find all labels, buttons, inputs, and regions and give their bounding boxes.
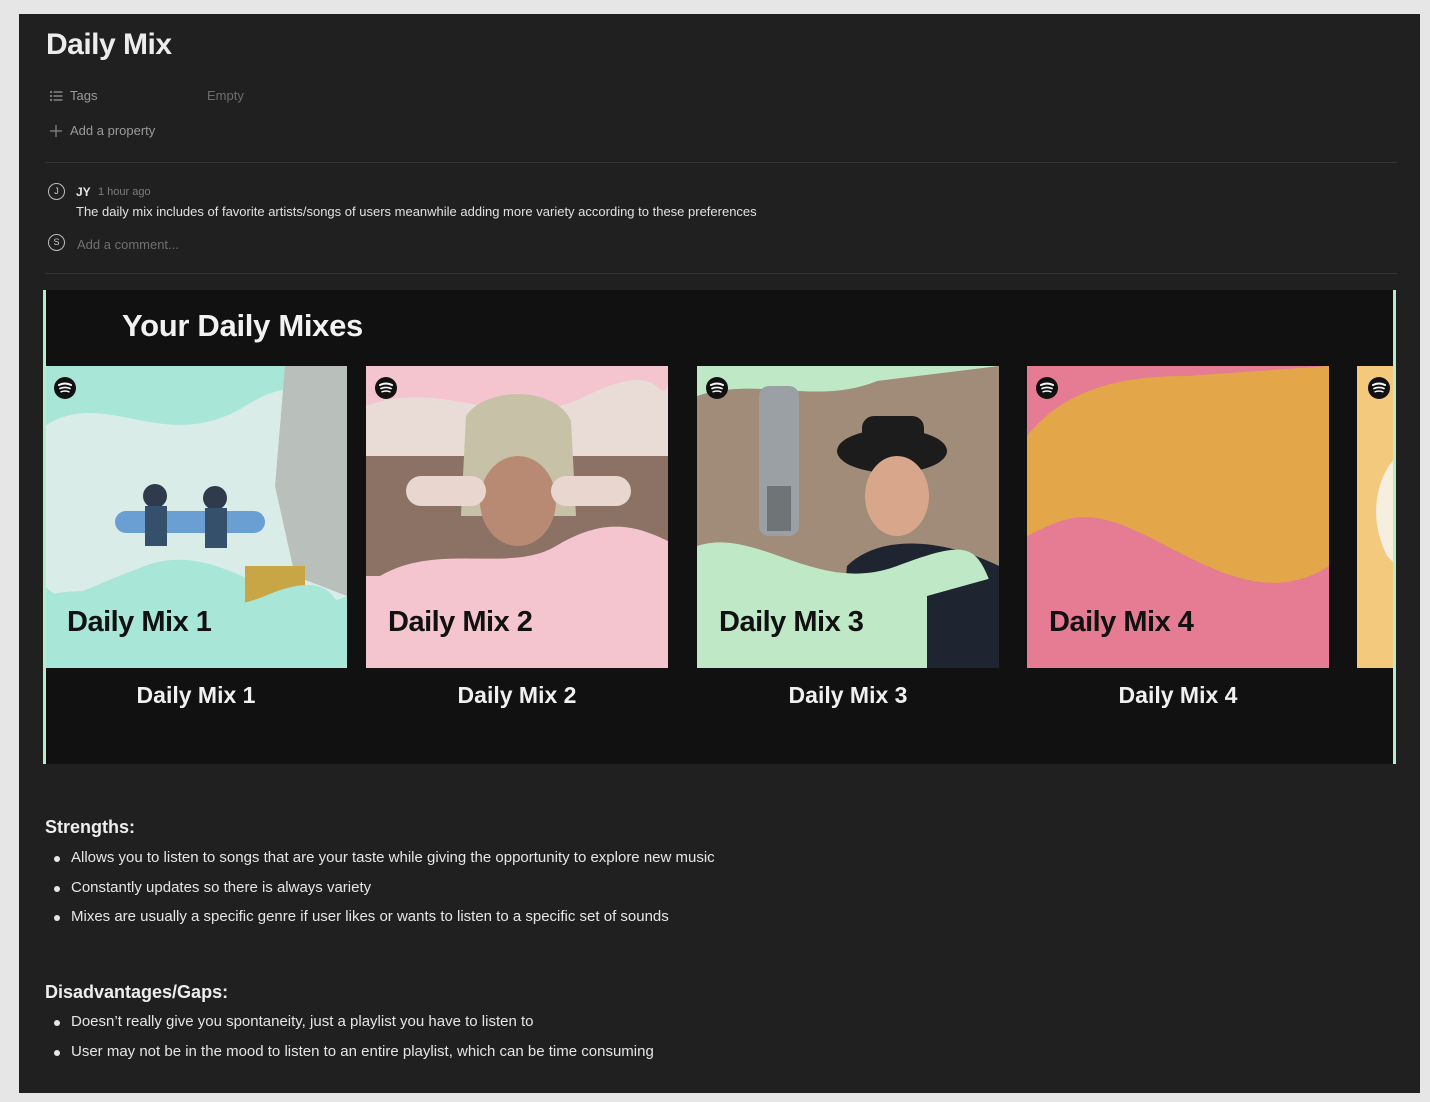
avatar: J [48, 183, 65, 200]
list-icon [49, 89, 63, 103]
list-item: Mixes are usually a specific genre if us… [54, 908, 669, 925]
divider [45, 273, 1397, 274]
add-property-label: Add a property [70, 123, 156, 138]
comment-time: 1 hour ago [98, 186, 151, 198]
mix-caption-3: Daily Mix 3 [788, 682, 908, 708]
divider [45, 162, 1397, 163]
comment-author: JY [76, 185, 91, 199]
spotify-logo-icon [1368, 377, 1390, 399]
mix-caption-2: Daily Mix 2 [457, 682, 577, 708]
avatar: S [48, 234, 65, 251]
mix-cover-5-partial [1357, 366, 1393, 668]
strengths-heading: Strengths: [45, 817, 135, 837]
cover-label: Daily Mix 1 [67, 606, 212, 638]
gaps-heading: Disadvantages/Gaps: [45, 982, 229, 1002]
mix-caption-4: Daily Mix 4 [1118, 682, 1238, 708]
comment-text: The daily mix includes of favorite artis… [76, 204, 757, 219]
page-title[interactable]: Daily Mix [46, 28, 172, 62]
cover-label: Daily Mix 4 [1049, 606, 1194, 638]
embed-heading: Your Daily Mixes [122, 308, 363, 343]
add-property-button[interactable]: Add a property [49, 123, 155, 138]
list-item: User may not be in the mood to listen to… [54, 1043, 654, 1060]
list-item: Constantly updates so there is always va… [53, 879, 372, 896]
add-comment-input[interactable]: Add a comment... [77, 237, 179, 252]
list-item: Doesn’t really give you spontaneity, jus… [53, 1013, 534, 1030]
property-tags-value[interactable]: Empty [207, 88, 244, 103]
cover-label: Daily Mix 2 [388, 606, 533, 638]
spotify-logo-icon [375, 377, 397, 399]
spotify-logo-icon [54, 377, 76, 399]
property-tags[interactable]: Tags [49, 88, 97, 103]
list-item: Allows you to listen to songs that are y… [54, 849, 715, 866]
spotify-logo-icon [706, 377, 728, 399]
mix-cover-4: Daily Mix 4 [1027, 366, 1329, 668]
plus-icon [49, 124, 63, 138]
property-tags-label: Tags [70, 88, 98, 103]
mix-cover-5-art [1357, 366, 1393, 668]
cover-label: Daily Mix 3 [719, 606, 864, 638]
notion-page: Daily Mix Tags Empty Add a property J JY… [19, 14, 1420, 1093]
spotify-logo-icon [1036, 377, 1058, 399]
daily-mixes-image: Your Daily Mixes Daily Mix 1 Daily Mix 1 [43, 290, 1396, 764]
mix-cover-3: Daily Mix 3 [697, 366, 999, 668]
mix-cover-2: Daily Mix 2 [366, 366, 668, 668]
mix-caption-1: Daily Mix 1 [136, 682, 256, 708]
mix-cover-1: Daily Mix 1 [46, 366, 347, 668]
